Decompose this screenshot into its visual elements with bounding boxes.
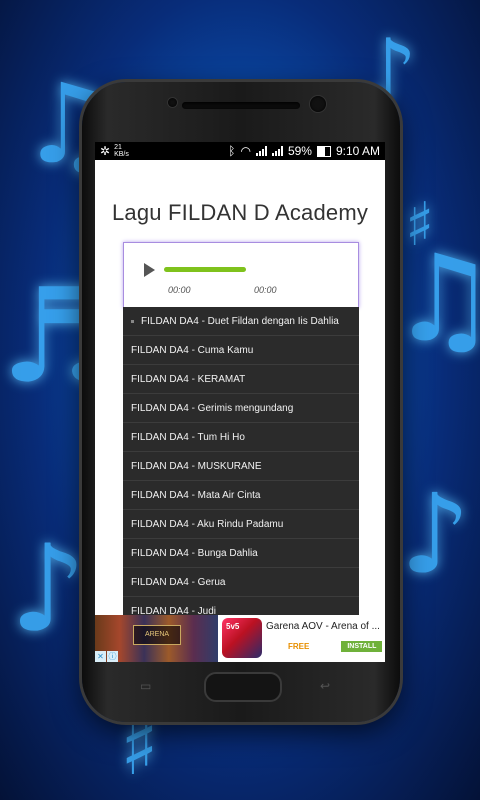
- playlist-item[interactable]: FILDAN DA4 - Aku Rindu Padamu: [123, 510, 359, 539]
- clock: 9:10 AM: [335, 144, 380, 158]
- playlist-item[interactable]: FILDAN DA4 - Duet Fildan dengan Iis Dahl…: [123, 307, 359, 336]
- music-note-icon: ♪: [10, 520, 87, 659]
- install-button[interactable]: INSTALL: [341, 641, 383, 652]
- app-notification-icon: ✲: [100, 144, 111, 158]
- ad-image[interactable]: ARENA ✕ ⓘ: [95, 615, 218, 662]
- recent-apps-icon[interactable]: ▭: [140, 679, 151, 693]
- phone-speaker: [182, 102, 300, 109]
- back-icon[interactable]: ↩: [320, 679, 330, 693]
- signal-icon: [271, 146, 283, 156]
- network-speed: 21 KB/s: [114, 144, 129, 158]
- playlist-item-label: FILDAN DA4 - Aku Rindu Padamu: [131, 518, 284, 530]
- playlist-item[interactable]: FILDAN DA4 - Cuma Kamu: [123, 336, 359, 365]
- playlist-item-label: FILDAN DA4 - Bunga Dahlia: [131, 547, 258, 559]
- home-button[interactable]: [204, 672, 282, 702]
- info-icon[interactable]: ⓘ: [107, 651, 118, 662]
- playlist-item[interactable]: FILDAN DA4 - Gerua: [123, 568, 359, 597]
- playlist-item-label: FILDAN DA4 - KERAMAT: [131, 373, 246, 385]
- playlist-item-label: FILDAN DA4 - Mata Air Cinta: [131, 489, 261, 501]
- progress-bar[interactable]: [164, 267, 246, 272]
- page-title: Lagu FILDAN D Academy: [111, 200, 369, 225]
- price-label: FREE: [288, 642, 310, 651]
- current-time: 00:00: [168, 285, 191, 295]
- playlist-item[interactable]: FILDAN DA4 - MUSKURANE: [123, 452, 359, 481]
- audio-player: 00:00 00:00: [123, 242, 359, 308]
- bluetooth-icon: ᛒ: [228, 144, 236, 158]
- playlist-item-label: FILDAN DA4 - Gerimis mengundang: [131, 402, 294, 414]
- current-track-icon: [131, 319, 134, 323]
- playlist-item-label: FILDAN DA4 - Duet Fildan dengan Iis Dahl…: [141, 315, 339, 327]
- close-icon[interactable]: ✕: [95, 651, 106, 662]
- playlist-item-label: FILDAN DA4 - MUSKURANE: [131, 460, 262, 472]
- ad-logo: ARENA: [133, 625, 181, 645]
- ad-banner[interactable]: ARENA ✕ ⓘ 5v5 Garena AOV - Arena of ... …: [95, 615, 385, 662]
- play-icon[interactable]: [144, 263, 155, 277]
- music-note-icon: ♪: [400, 470, 471, 598]
- phone-screen: ✲ 21 KB/s ᛒ ◠ 59% 9:10 AM Lagu FILDAN D …: [95, 142, 385, 662]
- playlist-item[interactable]: FILDAN DA4 - KERAMAT: [123, 365, 359, 394]
- music-note-icon: ♫: [390, 230, 480, 369]
- status-bar: ✲ 21 KB/s ᛒ ◠ 59% 9:10 AM: [95, 142, 385, 160]
- wifi-icon: ◠: [240, 144, 251, 158]
- ad-app-title[interactable]: Garena AOV - Arena of ...: [266, 621, 385, 632]
- sharp-symbol-icon: ♯: [405, 190, 435, 260]
- battery-icon: [316, 145, 331, 157]
- playlist-item[interactable]: FILDAN DA4 - Tum Hi Ho: [123, 423, 359, 452]
- signal-icon: [255, 146, 267, 156]
- app-icon[interactable]: 5v5: [222, 618, 262, 658]
- battery-percent: 59%: [287, 144, 312, 158]
- camera-icon: [310, 96, 326, 112]
- playlist: FILDAN DA4 - Duet Fildan dengan Iis Dahl…: [123, 307, 359, 627]
- playlist-item-label: FILDAN DA4 - Tum Hi Ho: [131, 431, 245, 443]
- playlist-item-label: FILDAN DA4 - Gerua: [131, 576, 226, 588]
- playlist-item[interactable]: FILDAN DA4 - Mata Air Cinta: [123, 481, 359, 510]
- app-icon-label: 5v5: [226, 622, 240, 631]
- playlist-item[interactable]: FILDAN DA4 - Gerimis mengundang: [123, 394, 359, 423]
- sensor-icon: [168, 98, 177, 107]
- playlist-item-label: FILDAN DA4 - Cuma Kamu: [131, 344, 254, 356]
- playlist-item[interactable]: FILDAN DA4 - Bunga Dahlia: [123, 539, 359, 568]
- duration-time: 00:00: [254, 285, 277, 295]
